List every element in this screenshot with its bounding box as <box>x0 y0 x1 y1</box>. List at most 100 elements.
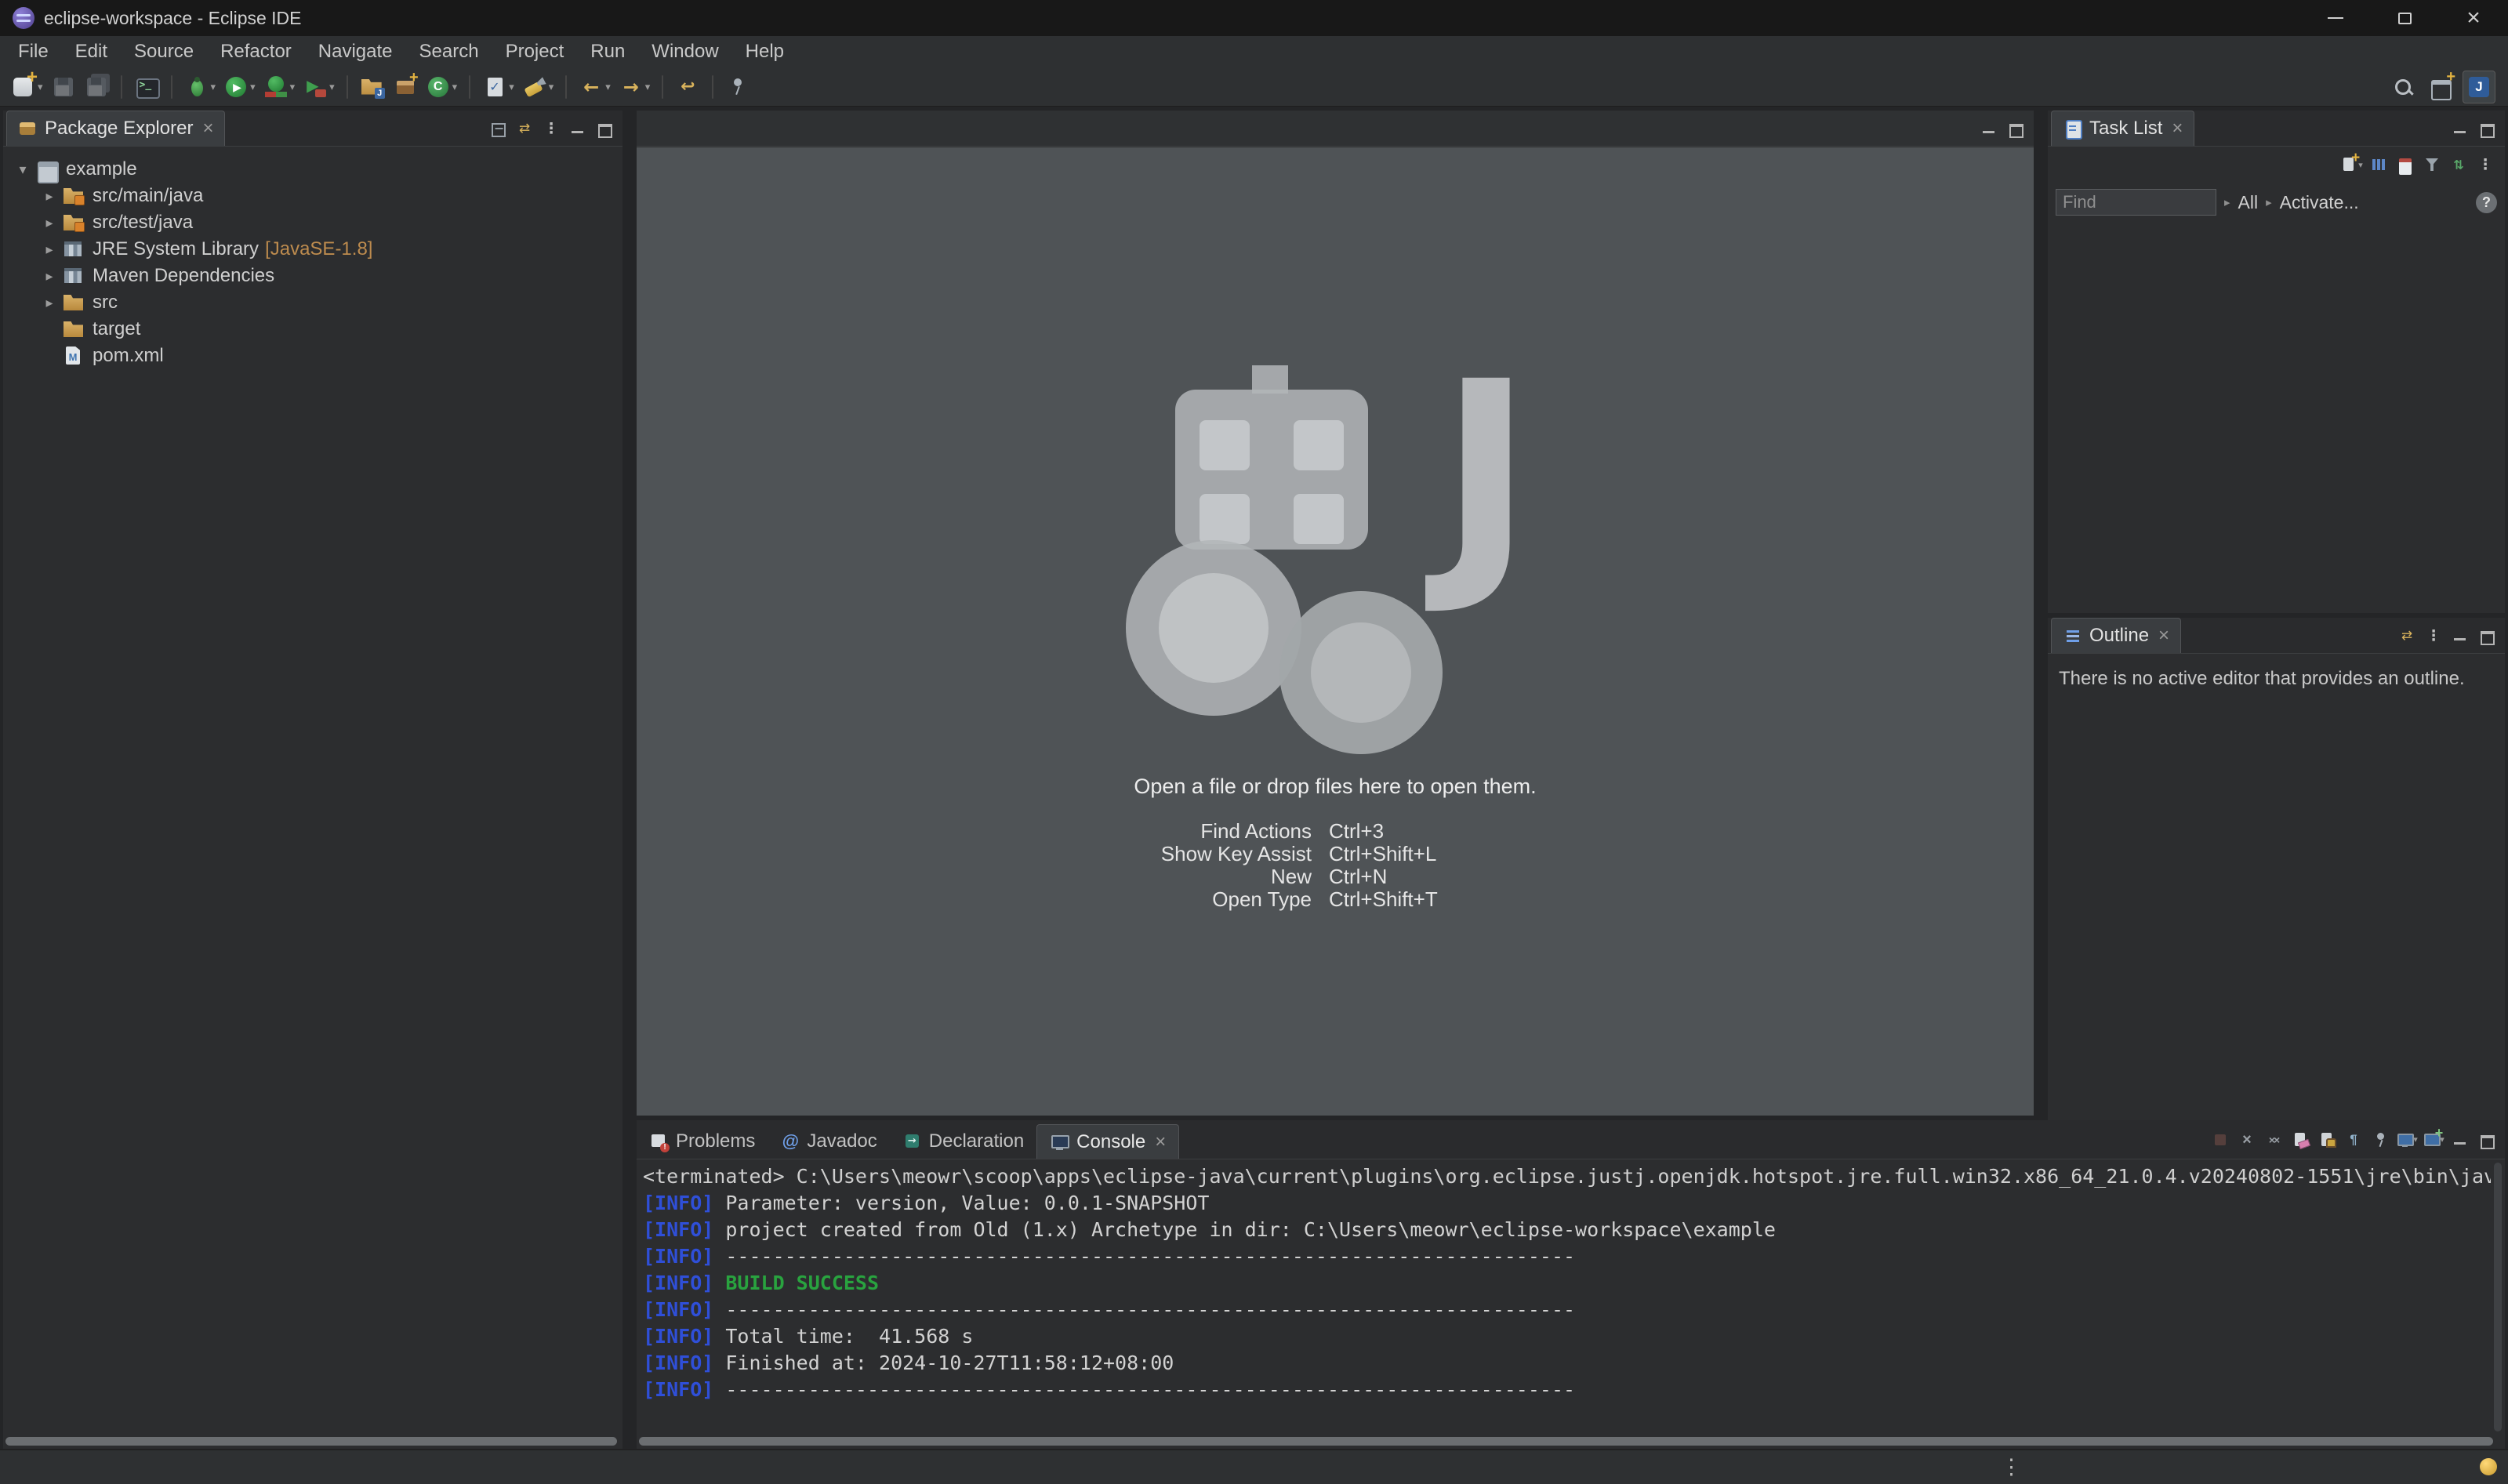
scrollbar-thumb[interactable] <box>5 1437 617 1446</box>
run-button[interactable]: ▾ <box>220 71 259 103</box>
tab-problems[interactable]: Problems × <box>637 1124 768 1159</box>
forward-button[interactable]: ▾ <box>615 71 654 103</box>
tree-item-src-main-java[interactable]: src/main/java <box>3 183 622 209</box>
view-menu-button[interactable] <box>2420 622 2447 649</box>
task-scope-all[interactable]: All <box>2238 192 2259 213</box>
open-task-button[interactable]: ▾ <box>479 71 517 103</box>
minimize-button[interactable] <box>564 115 591 142</box>
display-console-button[interactable]: ▾ <box>2394 1127 2420 1153</box>
expand-arrow-icon[interactable] <box>11 161 34 178</box>
minimize-button[interactable] <box>2447 622 2474 649</box>
tab-console[interactable]: Console × <box>1036 1124 1179 1159</box>
notification-icon[interactable] <box>2480 1458 2497 1475</box>
maximize-button[interactable] <box>591 115 618 142</box>
open-console-button[interactable]: ▾ <box>2420 1127 2447 1153</box>
new-task-button[interactable]: ▾ <box>2339 151 2365 178</box>
java-perspective-button[interactable]: ▾ <box>2463 71 2495 103</box>
remove-launch-button[interactable]: ▾ <box>2234 1127 2260 1153</box>
scrollbar-thumb[interactable] <box>2494 1163 2502 1431</box>
horizontal-scrollbar[interactable] <box>639 1435 2503 1447</box>
coverage-button[interactable]: ▾ <box>260 71 299 103</box>
close-tab-icon[interactable]: × <box>2172 119 2183 138</box>
tree-item-jre-system-library[interactable]: JRE System Library [JavaSE-1.8] <box>3 236 622 263</box>
tab-javadoc[interactable]: Javadoc × <box>768 1124 889 1159</box>
minimize-window-button[interactable] <box>2301 0 2370 36</box>
pin-console-button[interactable]: ▾ <box>2367 1127 2394 1153</box>
quick-search-button[interactable]: ▾ <box>2387 71 2419 103</box>
link-with-editor-button[interactable] <box>511 115 538 142</box>
maximize-button[interactable] <box>2002 115 2029 142</box>
terminate-button[interactable]: ▾ <box>2207 1127 2234 1153</box>
scroll-lock-button[interactable]: ▾ <box>2314 1127 2340 1153</box>
categorized-button[interactable]: ▾ <box>2365 151 2392 178</box>
collapse-all-button[interactable] <box>485 115 511 142</box>
menu-item[interactable]: Edit <box>62 36 121 67</box>
view-menu-button[interactable] <box>538 115 564 142</box>
scheduled-button[interactable]: ▾ <box>2392 151 2419 178</box>
help-icon[interactable]: ? <box>2476 192 2497 213</box>
tree-item-src[interactable]: src <box>3 289 622 316</box>
menu-item[interactable]: Search <box>406 36 492 67</box>
vertical-scrollbar[interactable] <box>2492 1163 2503 1431</box>
expand-arrow-icon[interactable] <box>38 268 61 285</box>
new-wizard-button[interactable]: ▾ <box>8 71 46 103</box>
clear-console-button[interactable]: ▾ <box>2287 1127 2314 1153</box>
close-tab-icon[interactable]: × <box>202 119 213 138</box>
expand-arrow-icon[interactable] <box>38 295 61 311</box>
close-window-button[interactable]: × <box>2439 0 2508 36</box>
close-tab-icon[interactable]: × <box>2158 626 2169 645</box>
scrollbar-thumb[interactable] <box>639 1437 2493 1446</box>
tree-item-maven-dependencies[interactable]: Maven Dependencies <box>3 263 622 289</box>
activate-link[interactable]: Activate... <box>2280 192 2359 213</box>
minimize-button[interactable] <box>2447 115 2474 142</box>
tab-task-list[interactable]: Task List × <box>2051 111 2194 146</box>
tree-item-src-test-java[interactable]: src/test/java <box>3 209 622 236</box>
tree-item-pom-xml[interactable]: pom.xml <box>3 343 622 369</box>
menu-item[interactable]: Refactor <box>207 36 305 67</box>
view-menu-button[interactable]: ▾ <box>2472 151 2499 178</box>
new-package-button[interactable]: ▾ <box>390 71 421 103</box>
menu-item[interactable]: Project <box>492 36 578 67</box>
tab-outline[interactable]: Outline × <box>2051 618 2181 653</box>
minimize-button[interactable] <box>1976 115 2002 142</box>
menu-item[interactable]: Window <box>638 36 731 67</box>
menu-item[interactable]: Help <box>732 36 797 67</box>
status-overflow-icon[interactable]: ⋮ <box>2001 1455 2022 1479</box>
maximize-button[interactable] <box>2474 622 2500 649</box>
menu-item[interactable]: Navigate <box>305 36 406 67</box>
pin-editor-button[interactable]: ▾ <box>722 71 753 103</box>
tree-item-target[interactable]: target <box>3 316 622 343</box>
close-tab-icon[interactable]: × <box>1155 1133 1166 1152</box>
save-all-button[interactable]: ▾ <box>81 71 112 103</box>
horizontal-scrollbar[interactable] <box>5 1435 620 1447</box>
new-class-button[interactable]: ▾ <box>423 71 461 103</box>
new-java-project-button[interactable]: ▾ <box>357 71 388 103</box>
expand-arrow-icon[interactable] <box>38 241 61 258</box>
menu-item[interactable]: Run <box>577 36 638 67</box>
maximize-button[interactable]: ▾ <box>2474 1127 2500 1153</box>
tree-item-example[interactable]: example <box>3 156 622 183</box>
terminal-button[interactable]: ▾ <box>131 71 162 103</box>
menu-item[interactable]: Source <box>121 36 207 67</box>
open-perspective-button[interactable]: ▾ <box>2425 71 2456 103</box>
maximize-window-button[interactable] <box>2370 0 2439 36</box>
maximize-button[interactable] <box>2474 115 2500 142</box>
word-wrap-button[interactable]: ▾ <box>2340 1127 2367 1153</box>
remove-all-launches-button[interactable]: ▾ <box>2260 1127 2287 1153</box>
tab-package-explorer[interactable]: Package Explorer × <box>6 111 225 146</box>
minimize-button[interactable]: ▾ <box>2447 1127 2474 1153</box>
last-edit-location-button[interactable]: ▾ <box>672 71 703 103</box>
back-button[interactable]: ▾ <box>575 71 614 103</box>
link-with-editor-button[interactable] <box>2394 622 2420 649</box>
save-button[interactable]: ▾ <box>48 71 79 103</box>
search-button[interactable]: ▾ <box>519 71 557 103</box>
filter-completed-button[interactable]: ▾ <box>2419 151 2445 178</box>
task-find-input[interactable] <box>2056 189 2216 216</box>
menu-item[interactable]: File <box>5 36 62 67</box>
debug-button[interactable]: ▾ <box>181 71 220 103</box>
expand-arrow-icon[interactable] <box>38 215 61 231</box>
expand-arrow-icon[interactable] <box>38 188 61 205</box>
external-tools-button[interactable]: ▾ <box>299 71 338 103</box>
tab-declaration[interactable]: Declaration × <box>890 1124 1036 1159</box>
synchronize-button[interactable]: ▾ <box>2445 151 2472 178</box>
